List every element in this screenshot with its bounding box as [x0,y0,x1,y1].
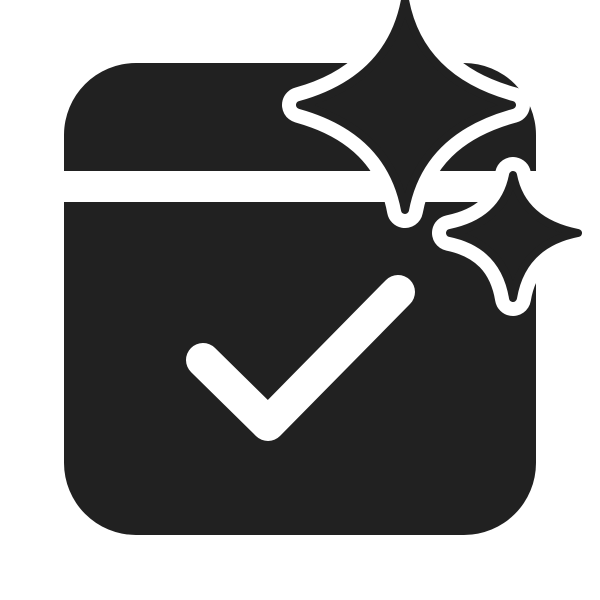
calendar-icon [64,63,536,535]
icon-canvas [0,0,600,600]
calendar-checkmark-sparkle-icon [64,0,582,535]
